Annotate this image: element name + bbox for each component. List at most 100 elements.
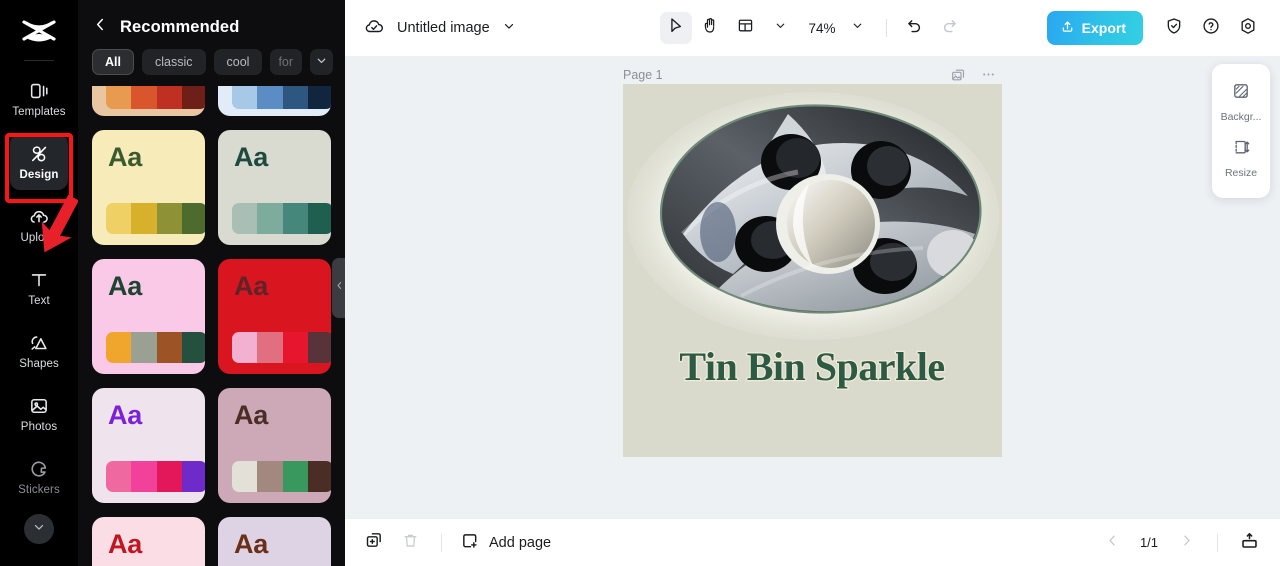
chevron-down-icon [315, 54, 328, 70]
panel-title: Recommended [120, 17, 240, 36]
sidebar-item-upload[interactable]: Upload [10, 197, 68, 253]
prev-page-button[interactable] [1099, 530, 1125, 556]
background-button[interactable]: Backgr... [1212, 75, 1270, 131]
chevron-left-icon [1105, 533, 1120, 553]
chevron-down-icon [774, 19, 787, 37]
hand-icon [701, 16, 720, 40]
select-tool-button[interactable] [659, 12, 692, 44]
layout-tool-button[interactable] [729, 12, 761, 44]
palette-swatch [307, 203, 331, 234]
palette-card[interactable]: Aa [92, 388, 205, 503]
chip-formal[interactable]: for [270, 49, 302, 75]
sidebar-item-templates[interactable]: Templates [10, 71, 68, 127]
palette-scroll-area[interactable]: Aa Aa Aa Aa Aa Aa Aa Aa [78, 86, 345, 566]
palette-swatch [131, 461, 157, 492]
sidebar-item-photos[interactable]: Photos [10, 386, 68, 442]
palette-card[interactable]: Aa [92, 130, 205, 245]
toolbar-divider [885, 19, 887, 37]
chip-all[interactable]: All [92, 49, 134, 75]
top-toolbar: Untitled image 74% Export [345, 0, 1280, 56]
chevron-down-icon [851, 19, 864, 37]
palette-card[interactable]: Aa [92, 517, 205, 566]
design-canvas[interactable]: Tin Bin Sparkle [623, 84, 1002, 457]
palette-swatch [131, 86, 157, 109]
palette-swatch [131, 332, 157, 363]
palette-swatch [181, 461, 205, 492]
bottom-left-actions: Add page [361, 530, 551, 556]
palette-card[interactable]: Aa [218, 388, 331, 503]
shield-check-button[interactable] [1158, 12, 1190, 44]
layout-dropdown-button[interactable] [764, 12, 796, 44]
app-root: Templates Design Upload Text Shapes Phot… [0, 0, 1280, 566]
palette-swatch [156, 332, 182, 363]
palette-card[interactable]: Aa [218, 259, 331, 374]
palette-card[interactable]: Aa [218, 130, 331, 245]
chevron-down-icon [32, 520, 46, 539]
sidebar-label: Shapes [19, 358, 59, 370]
palette-sample-text: Aa [234, 529, 268, 559]
chip-classic[interactable]: classic [141, 49, 206, 75]
palette-swatch [106, 86, 132, 109]
canvas-float-panel: Backgr... Resize [1212, 64, 1270, 198]
chip-label: cool [226, 55, 250, 69]
palette-card[interactable]: Aa [92, 259, 205, 374]
duplicate-page-button[interactable] [361, 530, 387, 556]
artwork-title-element[interactable]: Tin Bin Sparkle [623, 334, 1002, 406]
chip-label: for [278, 55, 294, 69]
export-button[interactable]: Export [1046, 11, 1143, 45]
zoom-level-value: 74% [808, 20, 836, 36]
palette-card[interactable] [218, 86, 331, 116]
artwork-title-text: Tin Bin Sparkle [679, 344, 944, 389]
sidebar-item-text[interactable]: Text [10, 260, 68, 316]
panel-collapse-handle[interactable] [332, 258, 345, 318]
canvas-workspace[interactable]: Page 1 Tin Bin Sparkle Backgr... Resize [345, 56, 1280, 518]
chevron-right-icon [1179, 533, 1194, 553]
redo-button[interactable] [934, 12, 966, 44]
design-icon [28, 143, 50, 165]
palette-swatch [131, 203, 157, 234]
undo-button[interactable] [899, 12, 931, 44]
chip-expand-button[interactable] [309, 49, 333, 75]
artwork-image-element[interactable] [623, 84, 1002, 352]
expand-panel-button[interactable] [1236, 530, 1262, 556]
sidebar-item-design[interactable]: Design [10, 134, 68, 190]
background-hatched-icon [1231, 81, 1251, 106]
export-label: Export [1081, 20, 1126, 36]
palette-swatches [106, 86, 205, 109]
add-page-button[interactable]: Add page [460, 531, 551, 555]
chip-cool[interactable]: cool [213, 49, 263, 75]
panel-header: Recommended [78, 0, 345, 45]
expand-panel-icon [1239, 530, 1260, 556]
top-right-tools: Export [1046, 11, 1264, 45]
bottom-right-actions: 1/1 [1099, 530, 1262, 556]
palette-swatch [232, 332, 258, 363]
palette-swatch [257, 203, 283, 234]
palette-sample-text: Aa [108, 400, 142, 430]
resize-icon [1231, 137, 1251, 162]
sidebar-more-button[interactable] [24, 514, 54, 544]
resize-button[interactable]: Resize [1212, 131, 1270, 187]
panel-back-button[interactable] [92, 16, 109, 38]
zoom-dropdown-button[interactable] [842, 12, 874, 44]
duplicate-page-icon [364, 530, 384, 555]
palette-swatch [156, 86, 182, 109]
next-page-button[interactable] [1173, 530, 1199, 556]
capcut-logo-icon[interactable] [17, 12, 61, 52]
settings-button[interactable] [1232, 12, 1264, 44]
help-button[interactable] [1195, 12, 1227, 44]
delete-page-button[interactable] [397, 530, 423, 556]
palette-grid: Aa Aa Aa Aa Aa Aa Aa Aa [78, 86, 345, 566]
chip-label: classic [154, 55, 193, 69]
sidebar-item-stickers[interactable]: Stickers [10, 449, 68, 505]
palette-swatch [307, 332, 331, 363]
palette-swatches [106, 461, 205, 492]
palette-card[interactable]: Aa [218, 517, 331, 566]
palette-swatch [282, 332, 308, 363]
hand-tool-button[interactable] [694, 12, 726, 44]
palette-card[interactable] [92, 86, 205, 116]
sidebar-item-shapes[interactable]: Shapes [10, 323, 68, 379]
palette-swatch [232, 86, 258, 109]
palette-swatch [232, 461, 258, 492]
sidebar-label: Stickers [18, 484, 60, 496]
document-name-button[interactable]: Untitled image [363, 15, 516, 42]
